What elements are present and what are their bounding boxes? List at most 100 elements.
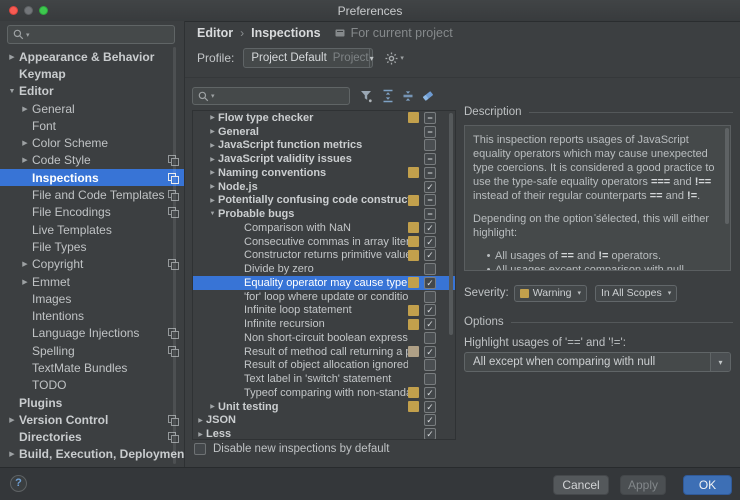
inspection-row-node-js[interactable]: ▶Node.js✓: [193, 180, 455, 194]
inspection-checkbox[interactable]: ✓: [424, 346, 436, 358]
close-button[interactable]: [9, 6, 18, 15]
inspection-row-unit-testing[interactable]: ▶Unit testing✓: [193, 400, 455, 414]
dropdown-arrow-icon[interactable]: ▾: [710, 353, 730, 371]
description-scrollbar[interactable]: [725, 128, 729, 224]
sidebar-item-live-templates[interactable]: Live Templates: [0, 221, 184, 238]
inspection-row-json[interactable]: ▶JSON✓: [193, 414, 455, 428]
sidebar-item-emmet[interactable]: ▶Emmet: [0, 273, 184, 290]
filter-button[interactable]: [357, 87, 374, 104]
chevron-right-icon[interactable]: ▶: [18, 139, 32, 147]
inspection-row-javascript-function-metrics[interactable]: ▶JavaScript function metrics: [193, 139, 455, 153]
inspection-row-flow-type-checker[interactable]: ▶Flow type checker−: [193, 111, 455, 125]
sidebar-item-todo[interactable]: TODO: [0, 377, 184, 394]
inspection-checkbox[interactable]: [424, 332, 436, 344]
sidebar-item-code-style[interactable]: ▶Code Style: [0, 152, 184, 169]
profile-combobox[interactable]: Project Default Project ▾: [243, 48, 373, 68]
inspection-row-equality-operator-may-cause-type-coerci[interactable]: Equality operator may cause type coerci✓: [193, 276, 455, 290]
inspection-checkbox[interactable]: ✓: [424, 277, 436, 289]
chevron-right-icon[interactable]: ▶: [207, 197, 218, 204]
sidebar-item-editor[interactable]: ▼Editor: [0, 83, 184, 100]
sidebar-item-plugins[interactable]: Plugins: [0, 394, 184, 411]
inspection-row-divide-by-zero[interactable]: Divide by zero: [193, 262, 455, 276]
inspection-row-result-of-object-allocation-ignored[interactable]: Result of object allocation ignored: [193, 359, 455, 373]
sidebar-item-language-injections[interactable]: Language Injections: [0, 325, 184, 342]
inspection-checkbox[interactable]: −: [424, 112, 436, 124]
cancel-button[interactable]: Cancel: [553, 475, 609, 495]
inspection-checkbox[interactable]: −: [424, 194, 436, 206]
profile-actions-button[interactable]: ▾: [385, 52, 404, 65]
search-history-arrow-icon[interactable]: ▾: [26, 31, 30, 39]
inspection-checkbox[interactable]: [424, 139, 436, 151]
inspection-checkbox[interactable]: ✓: [424, 387, 436, 399]
inspection-checkbox[interactable]: [424, 263, 436, 275]
inspection-checkbox[interactable]: −: [424, 208, 436, 220]
inspection-row-typeof-comparing-with-non-standard-va[interactable]: Typeof comparing with non-standard va✓: [193, 386, 455, 400]
scope-combobox[interactable]: In All Scopes ▾: [595, 285, 677, 302]
sidebar-item-inspections[interactable]: Inspections: [0, 169, 184, 186]
inspection-checkbox[interactable]: ✓: [424, 401, 436, 413]
inspection-checkbox[interactable]: ✓: [424, 236, 436, 248]
inspection-checkbox[interactable]: −: [424, 153, 436, 165]
sidebar-item-copyright[interactable]: ▶Copyright: [0, 256, 184, 273]
chevron-right-icon[interactable]: ▶: [207, 142, 218, 149]
help-button[interactable]: ?: [10, 475, 27, 492]
inspection-row-text-label-in-switch-statement[interactable]: Text label in 'switch' statement: [193, 372, 455, 386]
inspection-checkbox[interactable]: ✓: [424, 428, 436, 440]
inspection-row-potentially-confusing-code-constructs[interactable]: ▶Potentially confusing code constructs−: [193, 194, 455, 208]
chevron-right-icon[interactable]: ▶: [207, 128, 218, 135]
disable-new-inspections-checkbox[interactable]: [194, 443, 206, 455]
sidebar-item-keymap[interactable]: Keymap: [0, 65, 184, 82]
chevron-down-icon[interactable]: ▼: [5, 88, 19, 95]
sidebar-item-font[interactable]: Font: [0, 117, 184, 134]
chevron-right-icon[interactable]: ▶: [195, 431, 206, 438]
inspection-row-naming-conventions[interactable]: ▶Naming conventions−: [193, 166, 455, 180]
chevron-right-icon[interactable]: ▶: [5, 53, 19, 61]
inspection-row-for-loop-where-update-or-condition-doe[interactable]: 'for' loop where update or condition doe: [193, 290, 455, 304]
inspection-row-less[interactable]: ▶Less✓: [193, 427, 455, 440]
sidebar-item-version-control[interactable]: ▶Version Control: [0, 411, 184, 428]
highlight-usages-dropdown[interactable]: All except when comparing with null ▾: [464, 352, 731, 372]
reset-filter-button[interactable]: [419, 87, 436, 104]
breadcrumb-editor[interactable]: Editor: [197, 26, 233, 40]
sidebar-item-appearance-behavior[interactable]: ▶Appearance & Behavior: [0, 48, 184, 65]
inspection-row-non-short-circuit-boolean-expression[interactable]: Non short-circuit boolean expression: [193, 331, 455, 345]
inspection-checkbox[interactable]: [424, 373, 436, 385]
inspection-row-consecutive-commas-in-array-literal[interactable]: Consecutive commas in array literal✓: [193, 235, 455, 249]
profile-dropdown-arrow-icon[interactable]: ▾: [369, 49, 374, 67]
chevron-right-icon[interactable]: ▶: [18, 156, 32, 164]
ok-button[interactable]: OK: [683, 475, 732, 495]
severity-combobox[interactable]: Warning ▾: [514, 285, 587, 302]
expand-all-button[interactable]: [379, 87, 396, 104]
inspection-row-infinite-recursion[interactable]: Infinite recursion✓: [193, 317, 455, 331]
sidebar-item-file-and-code-templates[interactable]: File and Code Templates: [0, 186, 184, 203]
chevron-right-icon[interactable]: ▶: [18, 260, 32, 268]
sidebar-item-file-encodings[interactable]: File Encodings: [0, 204, 184, 221]
sidebar-item-general[interactable]: ▶General: [0, 100, 184, 117]
inspection-checkbox[interactable]: ✓: [424, 222, 436, 234]
chevron-right-icon[interactable]: ▶: [18, 105, 32, 113]
inspection-row-probable-bugs[interactable]: ▼Probable bugs−: [193, 207, 455, 221]
sidebar-item-spelling[interactable]: Spelling: [0, 342, 184, 359]
inspection-row-comparison-with-nan[interactable]: Comparison with NaN✓: [193, 221, 455, 235]
tree-scrollbar[interactable]: [449, 113, 453, 335]
inspections-search-input[interactable]: ▾: [192, 87, 350, 105]
chevron-right-icon[interactable]: ▶: [5, 450, 19, 458]
sidebar-item-color-scheme[interactable]: ▶Color Scheme: [0, 134, 184, 151]
inspection-checkbox[interactable]: −: [424, 167, 436, 179]
inspection-checkbox[interactable]: −: [424, 126, 436, 138]
sidebar-item-textmate-bundles[interactable]: TextMate Bundles: [0, 359, 184, 376]
inspection-row-constructor-returns-primitive-value[interactable]: Constructor returns primitive value✓: [193, 249, 455, 263]
chevron-right-icon[interactable]: ▶: [5, 416, 19, 424]
search-history-arrow-icon[interactable]: ▾: [211, 92, 215, 100]
inspection-checkbox[interactable]: ✓: [424, 304, 436, 316]
inspection-checkbox[interactable]: ✓: [424, 181, 436, 193]
chevron-right-icon[interactable]: ▶: [195, 417, 206, 424]
description-textarea[interactable]: This inspection reports usages of JavaSc…: [464, 125, 731, 271]
collapse-all-button[interactable]: [399, 87, 416, 104]
chevron-right-icon[interactable]: ▶: [207, 156, 218, 163]
chevron-down-icon[interactable]: ▼: [207, 211, 218, 217]
sidebar-item-build-execution-deployment[interactable]: ▶Build, Execution, Deployment: [0, 446, 184, 463]
inspection-row-infinite-loop-statement[interactable]: Infinite loop statement✓: [193, 304, 455, 318]
minimize-button[interactable]: [24, 6, 33, 15]
inspection-row-general[interactable]: ▶General−: [193, 125, 455, 139]
